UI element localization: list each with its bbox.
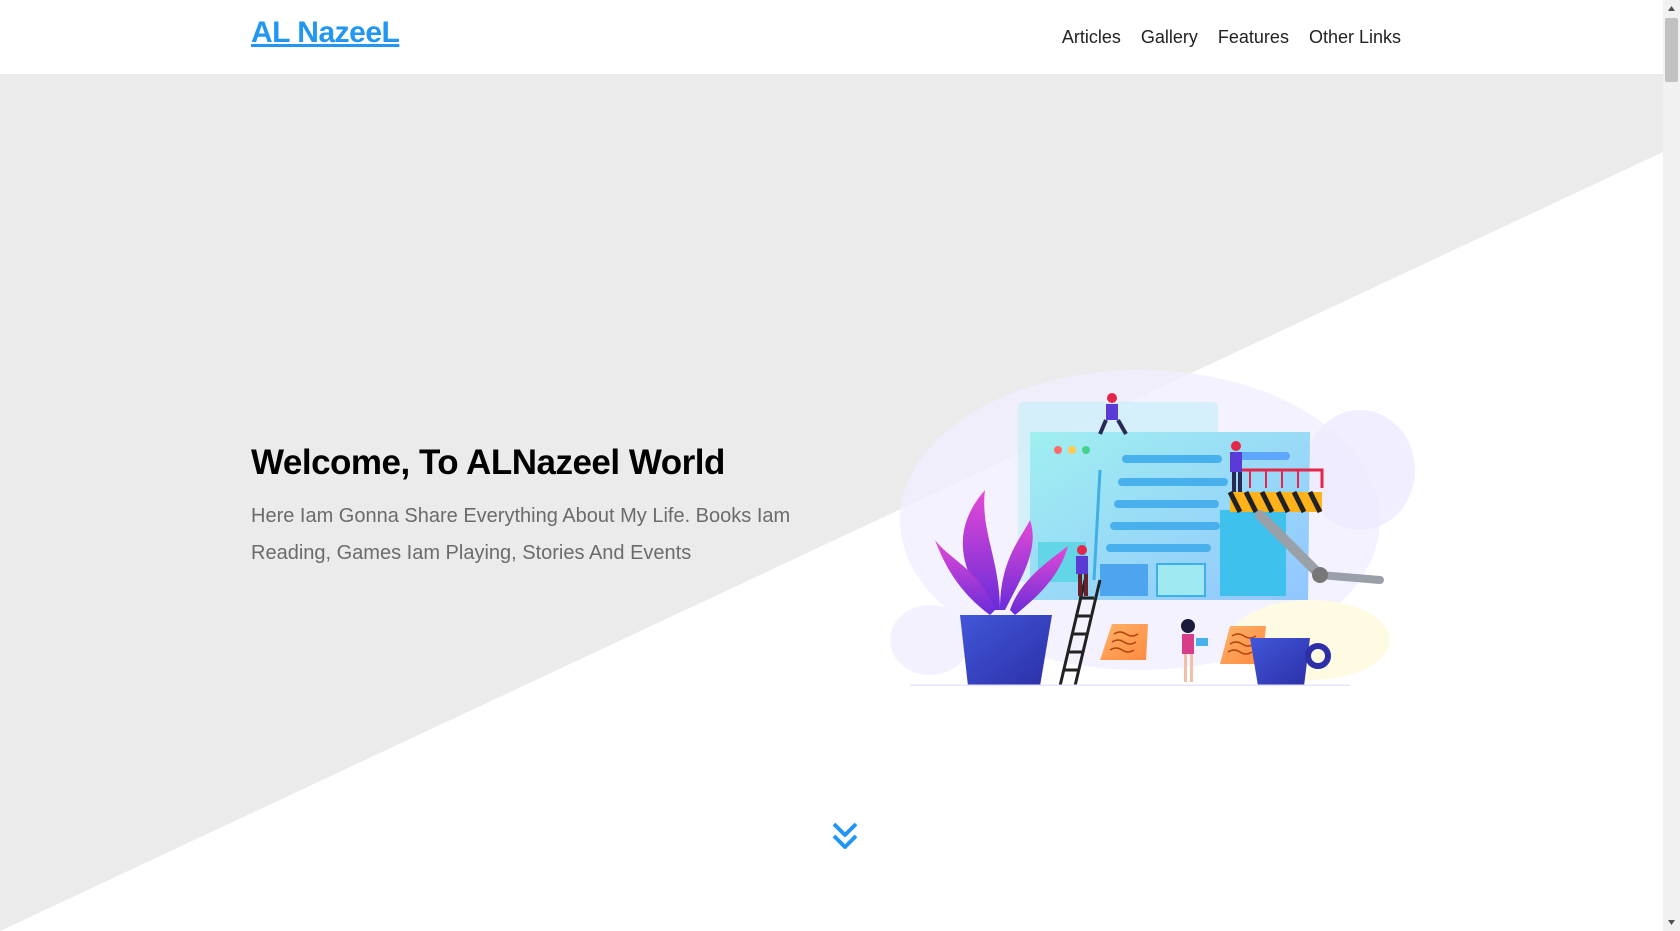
nav-link-other-links[interactable]: Other Links [1309,25,1401,49]
hero-section: Welcome, To ALNazeel World Here Iam Gonn… [0,74,1663,931]
vertical-scrollbar[interactable] [1663,0,1680,931]
main-nav: Articles Gallery Features Other Links [1042,25,1401,49]
site-logo[interactable]: AL NazeeL [251,16,400,50]
hero-description: Here Iam Gonna Share Everything About My… [251,505,791,564]
hero-title: Welcome, To ALNazeel World [251,443,725,482]
double-chevron-down-icon[interactable] [830,820,860,852]
nav-link-articles[interactable]: Articles [1062,25,1121,49]
scroll-up-arrow-icon[interactable] [1663,0,1680,17]
nav-link-gallery[interactable]: Gallery [1141,25,1198,49]
site-header: AL NazeeL Articles Gallery Features Othe… [0,0,1663,74]
scroll-down-arrow-icon[interactable] [1663,914,1680,931]
hero-illustration [890,370,1415,686]
nav-link-features[interactable]: Features [1218,25,1289,49]
scrollbar-thumb[interactable] [1665,18,1678,82]
